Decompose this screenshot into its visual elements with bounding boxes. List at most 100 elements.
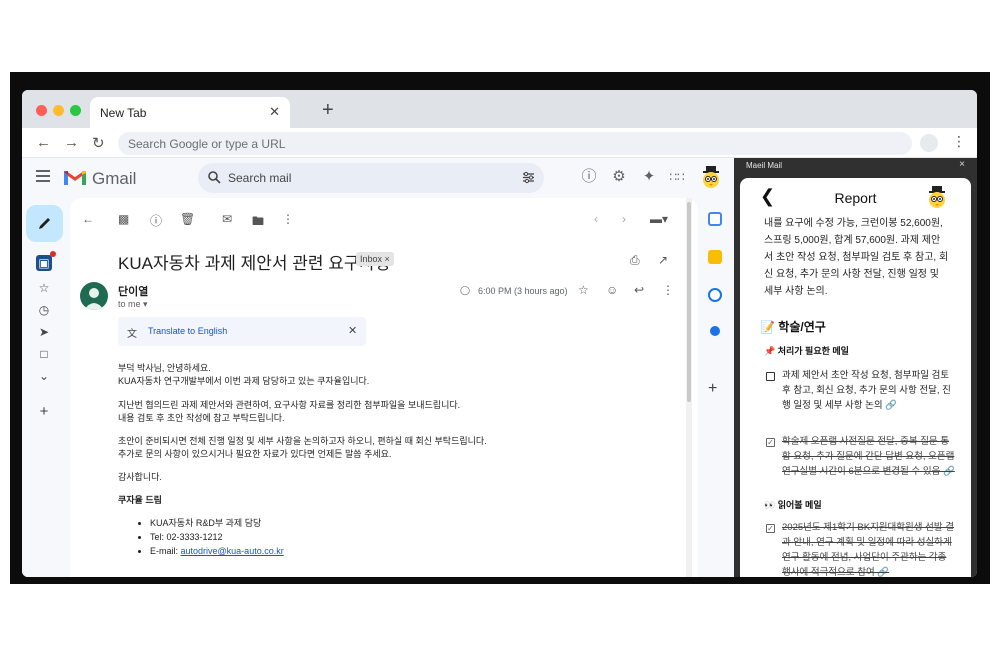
sent-icon[interactable]: ➤ bbox=[36, 324, 52, 340]
tab-title: New Tab bbox=[100, 106, 147, 120]
summary-line: 서 초안 작성 요청, 첨부파일 검토 후 참고, 회 bbox=[764, 252, 949, 263]
mark-unread-icon[interactable]: ✉ bbox=[222, 212, 232, 226]
calendar-icon[interactable] bbox=[708, 212, 722, 226]
panel-title: Maeil Mail bbox=[746, 161, 783, 170]
account-mascot-icon[interactable] bbox=[700, 166, 722, 188]
address-bar-row: ← → ↻ Search Google or type a URL ⋮ bbox=[22, 128, 977, 158]
gmail-header: Gmail Search mail ⓘ ⚙ ✦ ∷∷ bbox=[22, 158, 734, 198]
recipient-details[interactable]: to me ▾ bbox=[118, 299, 148, 310]
back-to-inbox-icon[interactable]: ← bbox=[82, 212, 94, 226]
archive-icon[interactable]: ▩ bbox=[118, 212, 129, 226]
body-line: 지난번 협의드린 과제 제안서와 관련하여, 요구사항 자료를 정리한 첨부파일… bbox=[118, 400, 461, 410]
body-line: 내용 검토 후 초안 작성에 참고 부탁드립니다. bbox=[118, 413, 285, 423]
tab-new-tab[interactable]: New Tab ✕ bbox=[90, 97, 290, 128]
message-view: ← ▩ ⓘ 🗑 ✉ 🖿 ⋮ ‹ › ▬▾ KUA자동차 과제 제안서 관련 요구… bbox=[70, 198, 698, 577]
profile-avatar[interactable] bbox=[920, 134, 938, 152]
keep-icon[interactable] bbox=[708, 250, 722, 264]
sender-avatar bbox=[80, 282, 108, 310]
signature-name: 쿠자율 드림 bbox=[118, 495, 162, 505]
translate-link[interactable]: Translate to English bbox=[148, 326, 227, 336]
move-to-folder-icon[interactable]: 🖿 bbox=[252, 212, 264, 233]
message-more-icon[interactable]: ⋮ bbox=[662, 283, 674, 297]
browser-menu-icon[interactable]: ⋮ bbox=[952, 133, 966, 150]
starred-icon[interactable]: ☆ bbox=[36, 280, 52, 296]
report-spam-icon[interactable]: ⓘ bbox=[150, 212, 162, 229]
reply-icon[interactable]: ↩ bbox=[634, 283, 644, 297]
open-new-window-icon[interactable]: ↗ bbox=[658, 253, 668, 267]
summary-line: 세부 사항 논의. bbox=[764, 286, 828, 297]
close-window-button[interactable] bbox=[36, 105, 47, 116]
maximize-window-button[interactable] bbox=[70, 105, 81, 116]
forward-arrow-icon[interactable]: → bbox=[64, 134, 79, 151]
message-scrollbar-thumb[interactable] bbox=[687, 202, 691, 402]
drafts-icon[interactable]: □ bbox=[36, 346, 52, 362]
main-menu-icon[interactable] bbox=[36, 170, 50, 182]
pencil-icon bbox=[39, 218, 50, 229]
omnibox-placeholder: Search Google or type a URL bbox=[128, 137, 286, 151]
more-chevron-down-icon[interactable]: ⌄ bbox=[36, 368, 52, 384]
signature-line: E-mail: autodrive@kua-auto.co.kr bbox=[150, 544, 284, 558]
tab-bar: New Tab ✕ + bbox=[22, 90, 977, 128]
signature-line: KUA자동차 R&D부 과제 담당 bbox=[150, 516, 284, 530]
help-icon[interactable]: ⓘ bbox=[580, 168, 598, 186]
done-item[interactable]: 학술제 오픈랩 사전질문 전달, 중복 질문 통합 요청, 추가 질문에 간단 … bbox=[782, 434, 957, 479]
close-translate-icon[interactable]: ✕ bbox=[348, 324, 357, 337]
add-label-plus-icon[interactable]: + bbox=[36, 404, 52, 420]
body-line: 초안이 준비되시면 전체 진행 일정 및 세부 사항을 논의하고자 하오니, 편… bbox=[118, 436, 487, 446]
apps-grid-icon[interactable]: ∷∷ bbox=[668, 168, 686, 186]
gmail-app: Gmail Search mail ⓘ ⚙ ✦ ∷∷ ▣ ☆ ◷ ➤ □ ⌄ +… bbox=[22, 158, 734, 577]
signature-line: Tel: 02-3333-1212 bbox=[150, 530, 284, 544]
panel-close-icon[interactable]: × bbox=[959, 159, 965, 170]
tab-close-icon[interactable]: ✕ bbox=[269, 104, 280, 120]
body-line: 추가로 문의 사항이 있으시거나 필요한 자료가 있다면 언제든 말씀 주세요. bbox=[118, 449, 392, 459]
body-line: 부덕 박사님, 안녕하세요. bbox=[118, 363, 211, 373]
todo-item[interactable]: 과제 제안서 초안 작성 요청, 첨부파일 검토 후 참고, 회신 요청, 추가… bbox=[782, 368, 957, 413]
input-tools-keyboard-icon[interactable]: ▬▾ bbox=[650, 212, 668, 226]
done-checkbox[interactable]: ✓ bbox=[766, 438, 775, 447]
gemini-sparkle-icon[interactable]: ✦ bbox=[640, 168, 658, 186]
email-link[interactable]: autodrive@kua-auto.co.kr bbox=[181, 546, 284, 556]
delete-trash-icon[interactable]: 🗑 bbox=[180, 212, 195, 226]
todo-checkbox[interactable] bbox=[766, 372, 775, 381]
minimize-window-button[interactable] bbox=[53, 105, 64, 116]
done-checkbox[interactable]: ✓ bbox=[766, 524, 775, 533]
contacts-icon[interactable] bbox=[710, 326, 720, 336]
addon-rail: + bbox=[696, 198, 734, 577]
older-chevron-right-icon[interactable]: › bbox=[622, 212, 626, 226]
mascot-icon bbox=[929, 186, 945, 208]
print-icon[interactable]: ⎙ bbox=[630, 253, 640, 268]
todo-heading: 📌 처리가 필요한 메일 bbox=[764, 346, 849, 356]
done-item[interactable]: 2025년도 제1학기 BK지원대학원생 선발 결과 안내, 연구 계획 및 일… bbox=[782, 520, 957, 577]
newer-chevron-left-icon[interactable]: ‹ bbox=[594, 212, 598, 226]
snoozed-clock-icon[interactable]: ◷ bbox=[36, 302, 52, 318]
section-heading-academic: 📝 학술/연구 bbox=[760, 320, 826, 334]
star-icon[interactable]: ☆ bbox=[578, 283, 589, 297]
tasks-icon[interactable] bbox=[708, 288, 722, 302]
email-subject: KUA자동차 과제 제안서 관련 요구사항 bbox=[118, 254, 391, 273]
omnibox[interactable]: Search Google or type a URL bbox=[118, 132, 912, 155]
emoji-react-icon[interactable]: ☺ bbox=[606, 283, 618, 297]
get-addons-plus-icon[interactable]: + bbox=[708, 380, 717, 398]
gmail-wordmark: Gmail bbox=[92, 169, 137, 188]
reload-icon[interactable]: ↻ bbox=[92, 134, 105, 152]
search-icon bbox=[208, 171, 221, 184]
settings-gear-icon[interactable]: ⚙ bbox=[610, 168, 628, 186]
sender-name[interactable]: 단이열 bbox=[118, 283, 148, 299]
signature-details: KUA자동차 R&D부 과제 담당 Tel: 02-3333-1212 E-ma… bbox=[150, 516, 284, 558]
summary-line: 내를 요구에 수정 가능, 크런이봉 52,600원, bbox=[764, 218, 943, 229]
new-tab-button[interactable]: + bbox=[322, 99, 334, 122]
body-line: KUA자동차 연구개발부에서 이번 과제 담당하고 있는 쿠자율입니다. bbox=[118, 376, 370, 386]
inbox-label-chip[interactable]: Inbox × bbox=[356, 252, 394, 266]
unread-dot bbox=[50, 251, 56, 257]
more-actions-icon[interactable]: ⋮ bbox=[282, 212, 294, 226]
search-mail-input[interactable]: Search mail bbox=[198, 163, 544, 193]
compose-button[interactable] bbox=[26, 205, 63, 242]
inbox-icon[interactable]: ▣ bbox=[36, 255, 52, 271]
email-timestamp: 6:00 PM (3 hours ago) bbox=[478, 286, 568, 296]
summary-line: 신 요청, 추가 문의 사항 전달, 진행 일정 및 bbox=[764, 269, 939, 280]
search-options-icon[interactable] bbox=[522, 171, 535, 184]
back-arrow-icon[interactable]: ← bbox=[36, 134, 51, 151]
gmail-logo-icon bbox=[64, 170, 86, 185]
attachment-clip-icon: ◯ bbox=[460, 285, 471, 295]
body-line: 감사합니다. bbox=[118, 472, 162, 482]
